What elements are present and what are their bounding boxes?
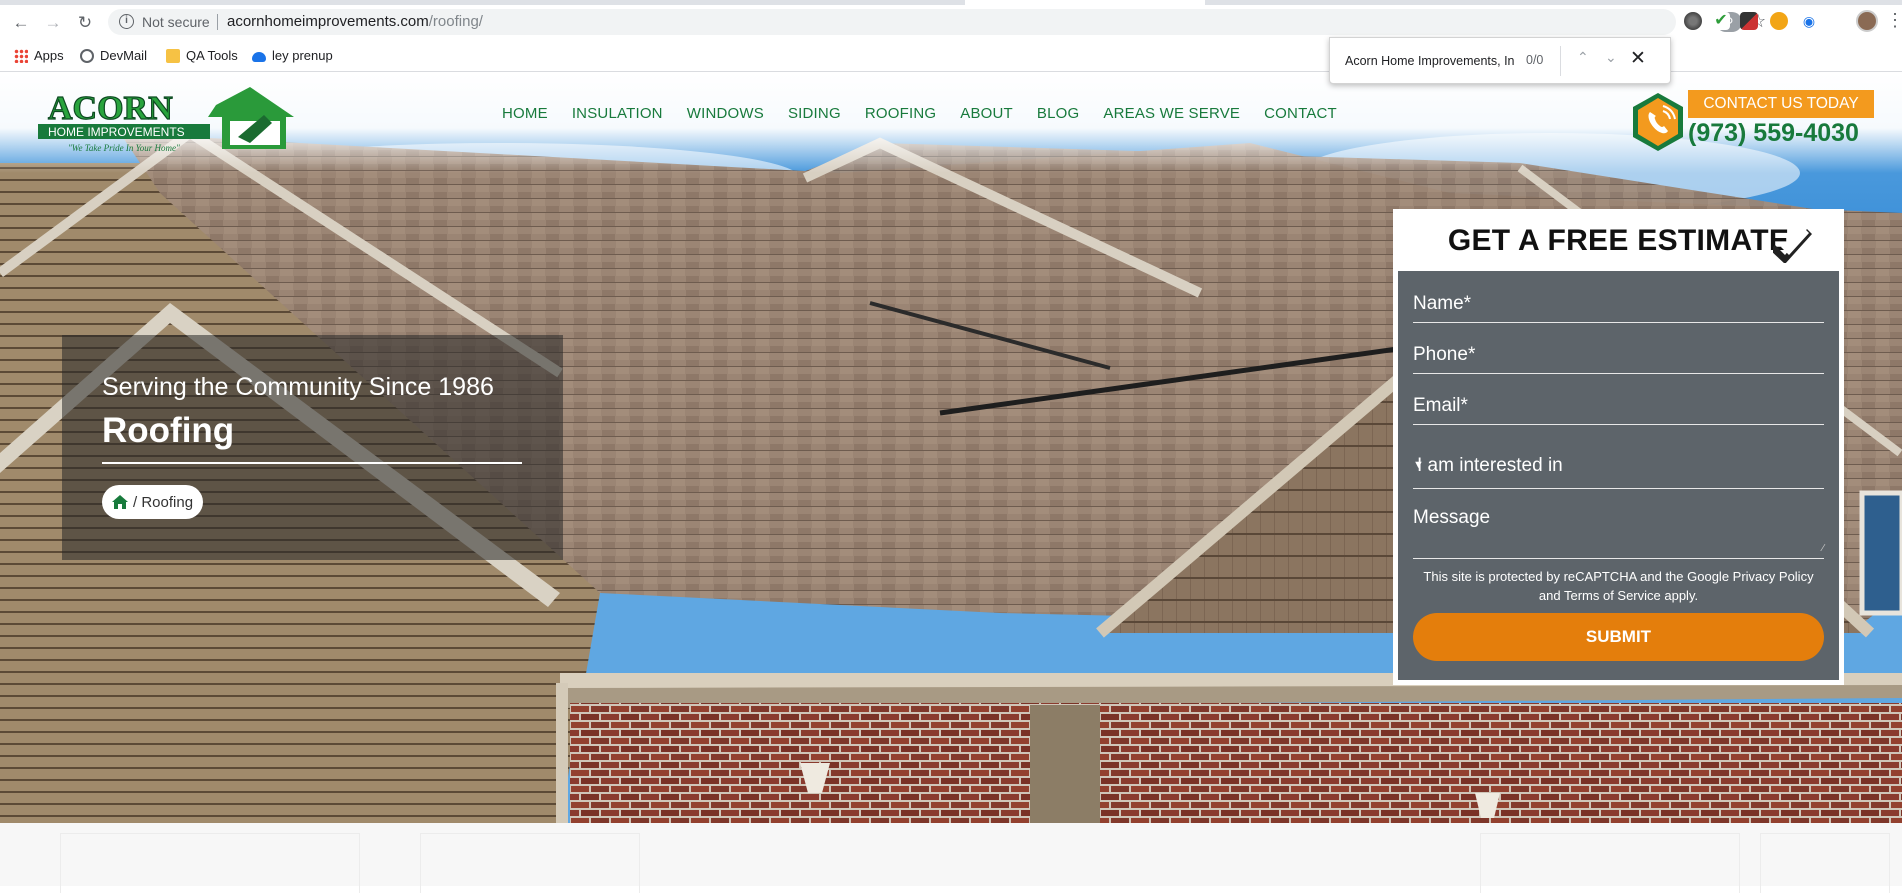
find-count: 0/0 bbox=[1526, 53, 1544, 67]
url-text[interactable]: acornhomeimprovements.com/roofing/ bbox=[227, 13, 483, 30]
bookmark-ley-prenup[interactable]: ley prenup bbox=[252, 48, 333, 63]
acorn-logo[interactable]: ACORN HOME IMPROVEMENTS "We Take Pride I… bbox=[38, 87, 298, 159]
submit-button[interactable]: SUBMIT bbox=[1413, 613, 1824, 661]
logo-subtitle-text: HOME IMPROVEMENTS bbox=[48, 125, 185, 139]
nav-siding[interactable]: SIDING bbox=[788, 105, 841, 122]
logo-tagline-text: "We Take Pride In Your Home" bbox=[68, 143, 180, 153]
phone-placeholder: Phone* bbox=[1413, 344, 1476, 365]
url-domain: acornhomeimprovements.com bbox=[227, 13, 429, 30]
close-icon[interactable]: ✕ bbox=[1630, 47, 1646, 70]
url-path: /roofing/ bbox=[428, 13, 483, 30]
find-previous-icon[interactable]: ⌃ bbox=[1577, 49, 1589, 66]
reload-icon[interactable]: ↻ bbox=[74, 12, 96, 34]
nav-windows[interactable]: WINDOWS bbox=[687, 105, 764, 122]
double-check-icon bbox=[1773, 229, 1812, 263]
main-nav: HOME INSULATION WINDOWS SIDING ROOFING A… bbox=[502, 105, 1337, 122]
message-field[interactable]: Message ∕ bbox=[1413, 497, 1824, 559]
estimate-form-body: Name* Phone* Email* I am interested in ▼ … bbox=[1398, 271, 1839, 680]
info-icon[interactable]: i bbox=[119, 14, 134, 29]
bookmark-label: QA Tools bbox=[186, 48, 238, 63]
apps-grid-icon bbox=[14, 48, 28, 63]
bookmark-qa-tools[interactable]: QA Tools bbox=[166, 48, 238, 63]
extension-bucket-icon[interactable] bbox=[1740, 12, 1758, 30]
extension-globe-icon[interactable] bbox=[1684, 12, 1702, 30]
message-placeholder: Message bbox=[1413, 507, 1491, 528]
back-icon[interactable]: ← bbox=[10, 12, 32, 34]
cloud-icon bbox=[252, 51, 266, 62]
title-divider bbox=[102, 462, 522, 464]
recaptcha-notice: This site is protected by reCAPTCHA and … bbox=[1423, 569, 1814, 603]
security-label: Not secure bbox=[142, 14, 210, 30]
tagline-text: Serving the Community Since 1986 bbox=[102, 373, 494, 401]
tab-strip bbox=[0, 0, 1902, 5]
phone-number[interactable]: (973) 559-4030 bbox=[1688, 119, 1859, 148]
forward-icon[interactable]: → bbox=[42, 12, 64, 34]
nav-areas-we-serve[interactable]: AREAS WE SERVE bbox=[1103, 105, 1240, 122]
extension-check-icon[interactable]: ✔ bbox=[1712, 12, 1730, 30]
nav-roofing[interactable]: ROOFING bbox=[865, 105, 936, 122]
extension-eye-icon[interactable]: ◉ bbox=[1800, 12, 1818, 30]
bookmark-label: DevMail bbox=[100, 48, 147, 63]
folder-icon bbox=[166, 48, 180, 63]
find-next-icon[interactable]: ⌄ bbox=[1605, 49, 1617, 66]
email-placeholder: Email* bbox=[1413, 395, 1468, 416]
phone-field[interactable]: Phone* bbox=[1413, 334, 1824, 374]
find-input[interactable] bbox=[1345, 51, 1515, 71]
address-bar[interactable]: i Not secure acornhomeimprovements.com/r… bbox=[108, 9, 1766, 35]
bookmark-devmail[interactable]: DevMail bbox=[80, 48, 147, 63]
phone-icon[interactable] bbox=[1632, 92, 1684, 152]
nav-contact[interactable]: CONTACT bbox=[1264, 105, 1337, 122]
find-bar: 0/0 ⌃ ⌄ ✕ bbox=[1329, 37, 1671, 84]
resize-handle-icon[interactable]: ∕ bbox=[1822, 543, 1824, 554]
browser-menu-icon[interactable]: ⋮ bbox=[1886, 10, 1902, 31]
profile-avatar[interactable] bbox=[1856, 10, 1878, 32]
interest-select[interactable]: I am interested in ▼ bbox=[1413, 437, 1824, 489]
globe-icon bbox=[80, 48, 94, 63]
nav-insulation[interactable]: INSULATION bbox=[572, 105, 663, 122]
bookmark-apps[interactable]: Apps bbox=[14, 48, 64, 63]
logo-brand-text: ACORN bbox=[48, 90, 173, 127]
estimate-form: GET A FREE ESTIMATE Name* Phone* Email* … bbox=[1393, 209, 1844, 685]
breadcrumb-current: / Roofing bbox=[133, 493, 194, 511]
chevron-down-icon: ▼ bbox=[1413, 459, 1424, 471]
bookmark-label: Apps bbox=[34, 48, 64, 63]
page-title-box: Serving the Community Since 1986 Roofing… bbox=[62, 335, 563, 560]
home-icon[interactable] bbox=[112, 495, 128, 509]
name-placeholder: Name* bbox=[1413, 293, 1472, 314]
nav-home[interactable]: HOME bbox=[502, 105, 548, 122]
page-title: Roofing bbox=[102, 411, 235, 450]
name-field[interactable]: Name* bbox=[1413, 283, 1824, 323]
estimate-heading: GET A FREE ESTIMATE bbox=[1447, 224, 1790, 257]
email-field[interactable]: Email* bbox=[1413, 385, 1824, 425]
section-divider-strip bbox=[0, 823, 1902, 893]
contact-us-badge[interactable]: CONTACT US TODAY bbox=[1688, 90, 1874, 118]
breadcrumb: / Roofing bbox=[102, 485, 204, 519]
extension-gear-icon[interactable] bbox=[1770, 12, 1788, 30]
nav-about[interactable]: ABOUT bbox=[960, 105, 1013, 122]
bookmark-label: ley prenup bbox=[272, 48, 333, 63]
nav-blog[interactable]: BLOG bbox=[1037, 105, 1079, 122]
